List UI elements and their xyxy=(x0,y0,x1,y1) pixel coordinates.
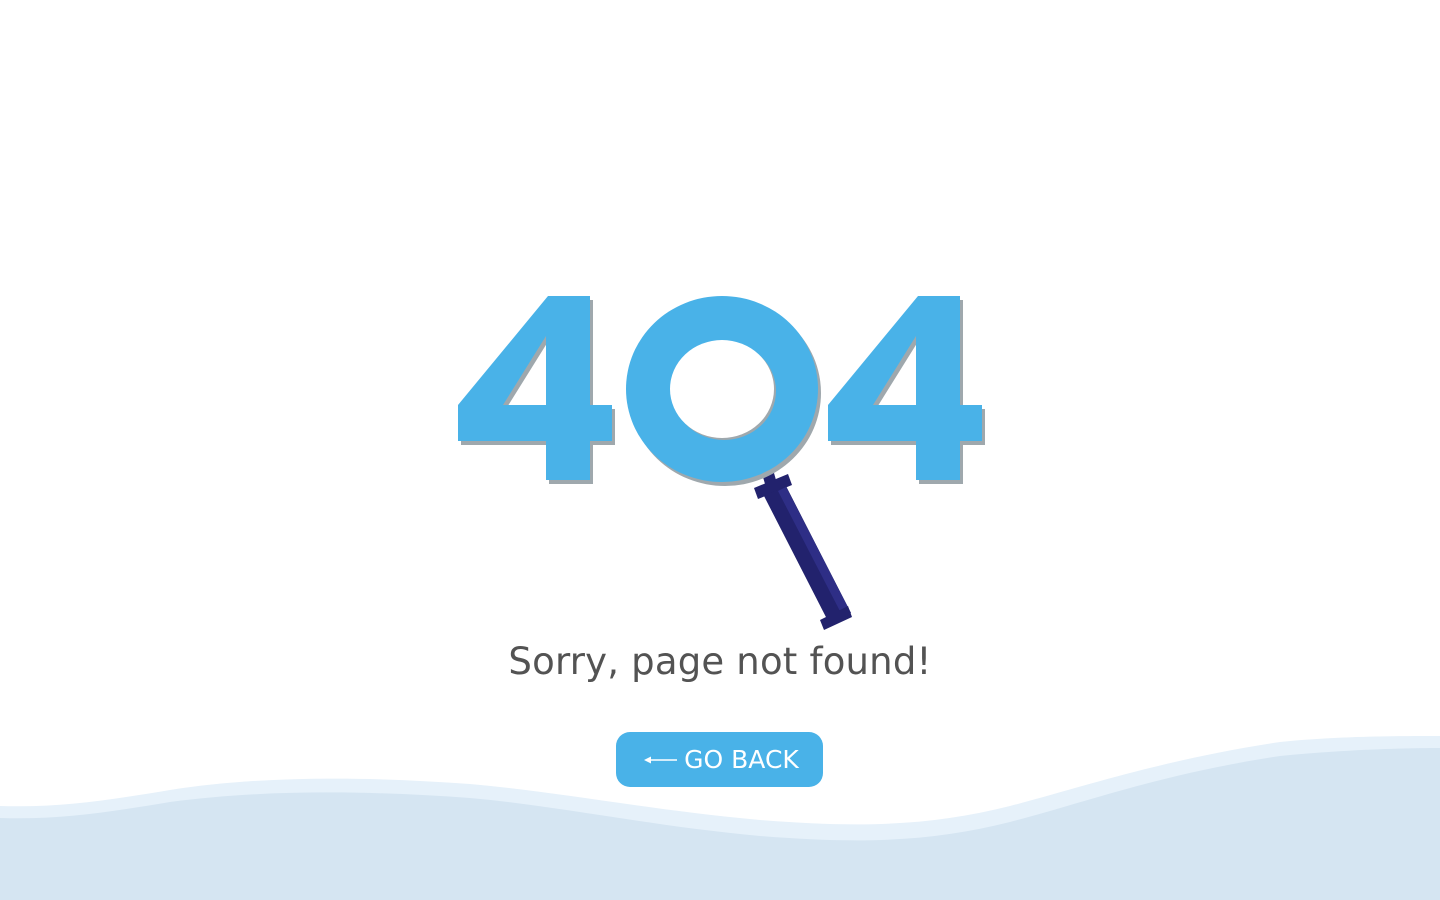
digit-four-right xyxy=(828,296,982,480)
go-back-label: GO BACK xyxy=(684,745,799,774)
error-message: Sorry, page not found! xyxy=(508,640,932,683)
not-found-page: 404 xyxy=(0,0,1440,900)
arrow-left-icon xyxy=(644,756,678,763)
go-back-button[interactable]: GO BACK xyxy=(616,732,823,787)
digit-four-left xyxy=(458,296,612,480)
error-404-illustration: 404 xyxy=(458,296,985,630)
magnifier-handle xyxy=(754,466,852,630)
magnifier-lens-icon xyxy=(626,296,818,482)
